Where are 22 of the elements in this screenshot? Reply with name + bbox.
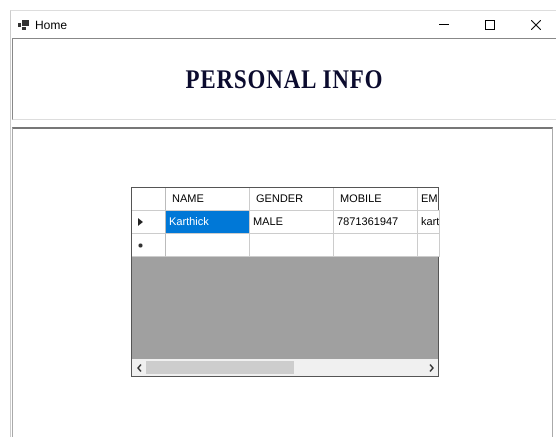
maximize-icon [485, 20, 495, 30]
minimize-icon [439, 24, 449, 25]
page-title: PERSONAL INFO [186, 64, 384, 94]
grid-corner-cell[interactable] [132, 188, 166, 211]
scroll-thumb[interactable] [146, 361, 294, 374]
close-icon [531, 20, 541, 30]
scroll-right-icon[interactable] [428, 364, 434, 372]
horizontal-scrollbar[interactable] [132, 359, 438, 376]
table-cell[interactable] [250, 234, 334, 257]
table-cell[interactable] [418, 234, 440, 257]
table-cell[interactable]: Karthick [166, 211, 250, 234]
table-cell[interactable] [166, 234, 250, 257]
row-header[interactable] [132, 211, 166, 234]
table-cell[interactable] [334, 234, 418, 257]
scroll-left-icon[interactable] [136, 364, 142, 372]
table-cell[interactable]: kart [418, 211, 440, 234]
row-pointer-icon [138, 218, 143, 226]
app-icon [18, 20, 29, 30]
new-row-icon [138, 242, 143, 248]
window-title: Home [35, 18, 68, 32]
table-cell[interactable]: 7871361947 [334, 211, 418, 234]
table-cell[interactable]: MALE [250, 211, 334, 234]
